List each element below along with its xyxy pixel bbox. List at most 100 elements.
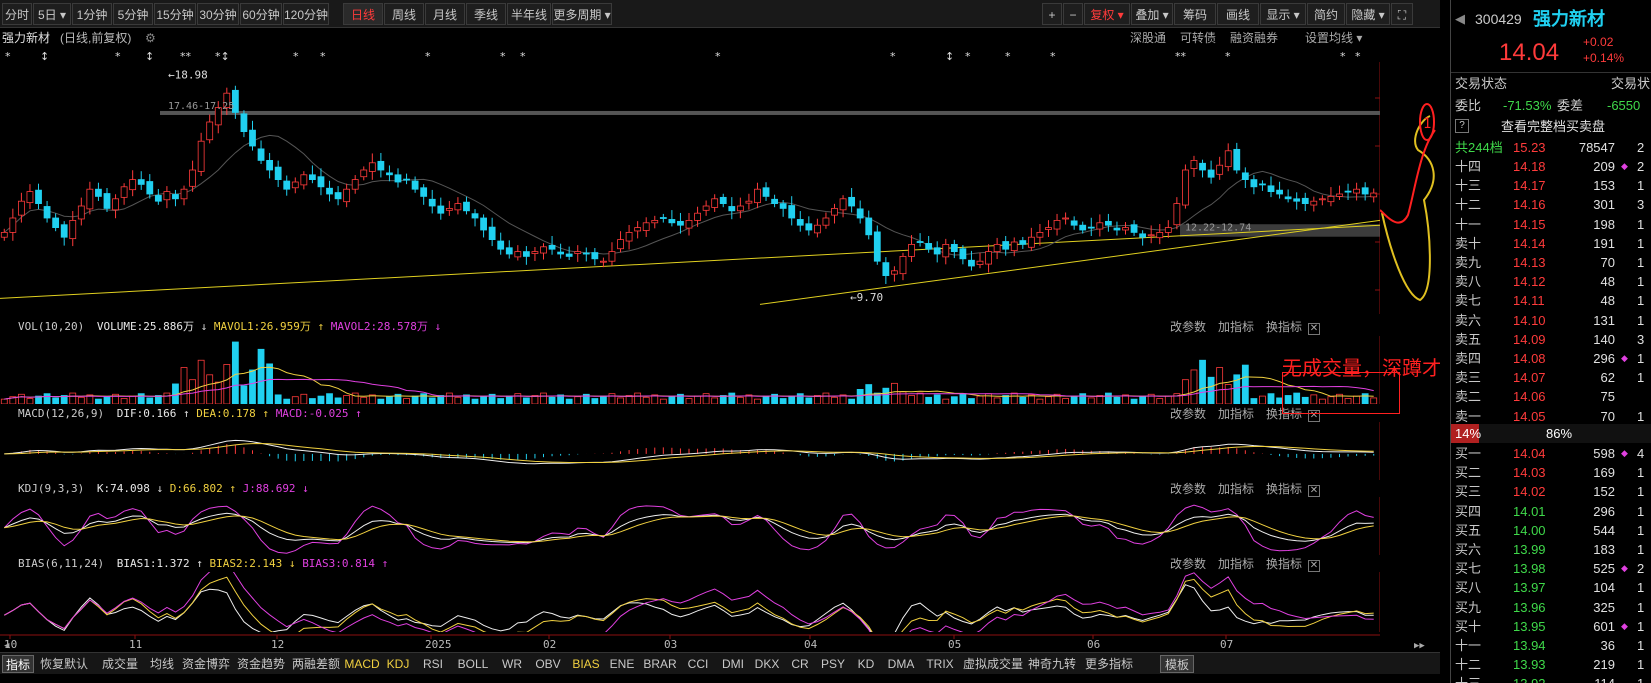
panel-button-1[interactable]: 加指标 xyxy=(1218,320,1254,334)
order-price: 14.01 xyxy=(1513,503,1546,519)
period-tab-1[interactable]: 5日 ▾ xyxy=(33,3,71,25)
bottom-tab-cci[interactable]: CCI xyxy=(681,655,715,673)
kdj-d: D:66.802 xyxy=(169,482,223,495)
period-tab-12[interactable]: 半年线 xyxy=(507,3,551,25)
toolbar-button-8[interactable]: 隐藏 ▾ xyxy=(1346,3,1390,25)
period-tab-4[interactable]: 15分钟 xyxy=(154,3,196,25)
bottom-tab-kd[interactable]: KD xyxy=(850,655,882,673)
period-tab-6[interactable]: 60分钟 xyxy=(240,3,282,25)
bottom-tab-bias[interactable]: BIAS xyxy=(568,655,604,673)
bottom-tab--[interactable]: 模板 xyxy=(1160,655,1194,673)
support-range-label: 12.22-12.74 xyxy=(1185,223,1251,234)
bottom-tab-obv[interactable]: OBV xyxy=(529,655,567,673)
panel-button-0[interactable]: 改参数 xyxy=(1170,482,1206,496)
macd-chart[interactable]: 1.45-0.86 xyxy=(0,422,1380,480)
bottom-tab-dkx[interactable]: DKX xyxy=(751,655,783,673)
candle xyxy=(908,243,915,257)
panel-button-1[interactable]: 加指标 xyxy=(1218,407,1254,421)
toolbar-button-4[interactable]: 筹码 xyxy=(1174,3,1216,25)
bottom-tab--[interactable]: 资金趋势 xyxy=(234,655,288,673)
subheader-link-0[interactable]: 深股通 xyxy=(1130,28,1166,48)
volume-bar xyxy=(386,396,393,404)
bottom-tab-dmi[interactable]: DMI xyxy=(716,655,750,673)
bottom-tab-ene[interactable]: ENE xyxy=(605,655,639,673)
bottom-tab-boll[interactable]: BOLL xyxy=(451,655,495,673)
prev-stock-icon[interactable]: ◀ xyxy=(1455,6,1465,32)
full-book-row[interactable]: ? 查看完整档买卖盘 xyxy=(1451,117,1651,136)
bottom-tab--[interactable]: 成交量 xyxy=(95,655,145,673)
volume-bar xyxy=(283,398,291,404)
period-tab-11[interactable]: 季线 xyxy=(466,3,506,25)
bottom-tab-kdj[interactable]: KDJ xyxy=(381,655,415,673)
close-icon[interactable]: ✕ xyxy=(1308,560,1320,572)
panel-button-0[interactable]: 改参数 xyxy=(1170,320,1206,334)
toolbar-button-3[interactable]: 叠加 ▾ xyxy=(1131,3,1173,25)
period-tab-8[interactable]: 日线 xyxy=(343,3,383,25)
bottom-tab--[interactable]: 指标 xyxy=(2,655,34,673)
book-total-price: 15.23 xyxy=(1513,140,1546,155)
bottom-tab-rsi[interactable]: RSI xyxy=(416,655,450,673)
settings-gear-icon[interactable]: ⚙ xyxy=(145,28,156,48)
bottom-tab-trix[interactable]: TRIX xyxy=(920,655,960,673)
period-tab-2[interactable]: 1分钟 xyxy=(72,3,112,25)
toolbar-button-5[interactable]: 画线 xyxy=(1217,3,1259,25)
macd-indicator-name[interactable]: MACD(12,26,9) xyxy=(18,407,104,420)
period-tab-9[interactable]: 周线 xyxy=(384,3,424,25)
close-icon[interactable]: ✕ xyxy=(1308,485,1320,497)
kdj-indicator-name[interactable]: KDJ(9,3,3) xyxy=(18,482,84,495)
period-tab-0[interactable]: 分时 xyxy=(2,3,32,25)
subheader-link-3[interactable]: 设置均线 ▾ xyxy=(1305,28,1362,48)
candlestick-chart[interactable]: ←18.98←9.7017.46-17.2512.22-12.7418.0016… xyxy=(0,62,1380,314)
bottom-tab-dma[interactable]: DMA xyxy=(883,655,919,673)
close-icon[interactable]: ✕ xyxy=(1308,323,1320,335)
full-book-link[interactable]: 查看完整档买卖盘 xyxy=(1501,117,1605,136)
bottom-tab--[interactable]: 均线 xyxy=(146,655,178,673)
order-price: 14.11 xyxy=(1513,293,1545,309)
high-price-label: ←18.98 xyxy=(168,68,208,81)
panel-button-1[interactable]: 加指标 xyxy=(1218,482,1254,496)
bottom-tab--[interactable]: 虚拟成交量 xyxy=(961,655,1025,673)
toolbar-button-9[interactable]: ⛶ xyxy=(1391,3,1413,25)
bottom-tab-macd[interactable]: MACD xyxy=(344,655,380,673)
subheader-link-2[interactable]: 融资融券 xyxy=(1230,28,1278,48)
toolbar-button-0[interactable]: + xyxy=(1042,3,1062,25)
panel-button-1[interactable]: 加指标 xyxy=(1218,557,1254,571)
panel-button-2[interactable]: 换指标 xyxy=(1266,482,1302,496)
toolbar-button-7[interactable]: 简约 xyxy=(1307,3,1345,25)
bottom-tab-psy[interactable]: PSY xyxy=(817,655,849,673)
period-tab-13[interactable]: 更多周期 ▾ xyxy=(552,3,612,25)
toolbar-button-6[interactable]: 显示 ▾ xyxy=(1260,3,1306,25)
period-tab-7[interactable]: 120分钟 xyxy=(283,3,329,25)
candle xyxy=(771,198,778,204)
order-row: 卖二 14.06 75 xyxy=(1451,387,1651,406)
bottom-tab-wr[interactable]: WR xyxy=(496,655,528,673)
help-icon[interactable]: ? xyxy=(1455,119,1469,133)
bottom-tab-brar[interactable]: BRAR xyxy=(640,655,680,673)
candle xyxy=(796,219,804,226)
bottom-tab--[interactable]: 两融差额 xyxy=(289,655,343,673)
bottom-tab-cr[interactable]: CR xyxy=(784,655,816,673)
bottom-tab--[interactable]: 恢复默认 xyxy=(34,655,94,673)
toolbar-button-2[interactable]: 复权 ▾ xyxy=(1084,3,1130,25)
bias-chart[interactable]: 51.70-19.26 xyxy=(0,572,1380,632)
period-tab-5[interactable]: 30分钟 xyxy=(197,3,239,25)
subheader-link-1[interactable]: 可转债 xyxy=(1180,28,1216,48)
kdj-chart[interactable]: 121.14-13.56 xyxy=(0,497,1380,555)
candle xyxy=(86,188,94,210)
bottom-tab--[interactable]: 神奇九转 xyxy=(1026,655,1078,673)
period-tab-3[interactable]: 5分钟 xyxy=(113,3,153,25)
panel-button-2[interactable]: 换指标 xyxy=(1266,320,1302,334)
toolbar-button-1[interactable]: − xyxy=(1063,3,1083,25)
period-tab-10[interactable]: 月线 xyxy=(425,3,465,25)
volume-chart[interactable]: 163.0080.200.00 xyxy=(0,336,1380,404)
panel-button-2[interactable]: 换指标 xyxy=(1266,557,1302,571)
date-tick-label: 11 xyxy=(129,638,142,651)
candle xyxy=(856,208,864,219)
bottom-tab--[interactable]: 资金博弈 xyxy=(179,655,233,673)
panel-button-0[interactable]: 改参数 xyxy=(1170,557,1206,571)
bias-indicator-name[interactable]: BIAS(6,11,24) xyxy=(18,557,104,570)
candle xyxy=(634,227,642,232)
panel-button-0[interactable]: 改参数 xyxy=(1170,407,1206,421)
bottom-tab--[interactable]: 更多指标 xyxy=(1079,655,1139,673)
vol-indicator-name[interactable]: VOL(10,20) xyxy=(18,320,84,333)
